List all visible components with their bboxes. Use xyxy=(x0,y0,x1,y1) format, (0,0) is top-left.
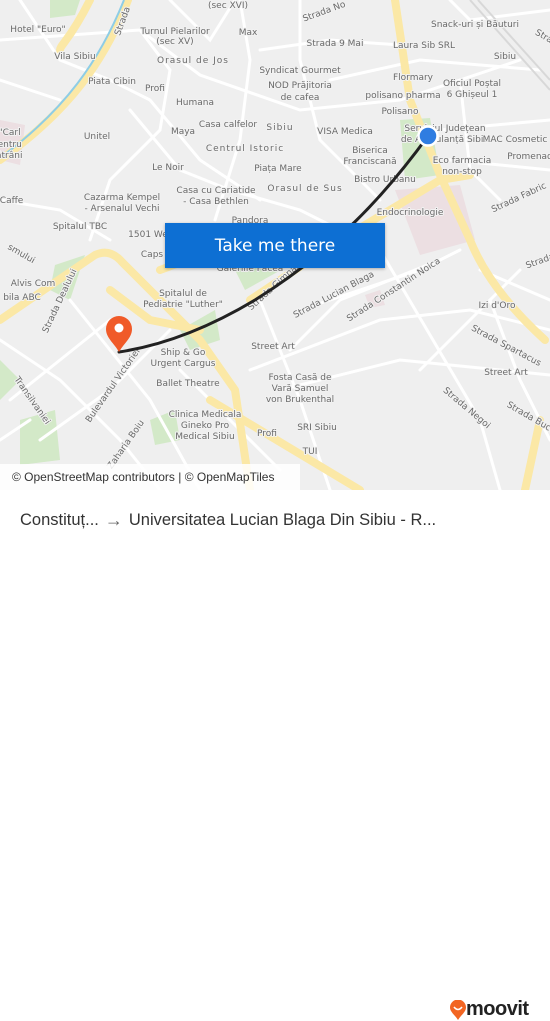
map-label: SRI Sibiu xyxy=(297,423,337,433)
pin-icon xyxy=(106,316,132,352)
map-label: Alvis Com xyxy=(11,279,56,289)
map-label: " - Centru xyxy=(0,140,22,150)
map-label: Strad xyxy=(533,28,550,49)
map-label: 6 Ghișeul 1 xyxy=(447,90,498,100)
map-label: Orasul de Jos xyxy=(157,56,229,66)
map-label: Syndicat Gourmet xyxy=(259,66,341,76)
map-label: Strada Negoi xyxy=(441,386,492,431)
map-label: Casa calfelor xyxy=(199,120,258,130)
map-label: alul "Carl xyxy=(0,128,21,138)
map-label: 1501 We xyxy=(128,230,168,240)
map-label: smului xyxy=(6,242,37,266)
map-label: ru Bătrâni xyxy=(0,151,22,161)
moovit-wordmark: moovit xyxy=(466,998,529,1020)
map-label: Ship & Go xyxy=(161,348,206,358)
map-label: Piața Mare xyxy=(254,164,302,174)
map-label: Unitel xyxy=(84,132,110,142)
map-label: Strada No xyxy=(302,0,348,24)
map-label: Spitalul TBC xyxy=(53,222,107,232)
map-label: Eco farmacia xyxy=(433,156,491,166)
map-label: Vară Samuel xyxy=(272,384,329,394)
map-label: Strada S xyxy=(525,249,550,272)
map-label: Gineko Pro xyxy=(181,421,230,431)
map-attribution[interactable]: © OpenStreetMap contributors | © OpenMap… xyxy=(0,464,300,490)
map-label: Sibiu xyxy=(494,52,516,62)
map-label: Street Art xyxy=(484,368,528,378)
map-label: Profi xyxy=(145,84,165,94)
map-label: non-stop xyxy=(442,167,482,177)
map-label: Franciscană xyxy=(343,157,396,167)
moovit-pin-icon xyxy=(450,999,466,1020)
map-label: Le Noir xyxy=(152,163,184,173)
map-label: NOD Prăjitoria xyxy=(268,81,332,91)
map-label: Laura Sib SRL xyxy=(393,41,455,51)
map-label: Bistro Urbanu xyxy=(354,175,416,185)
map-label: Centrul Istoric xyxy=(206,144,284,154)
map-label: Flormary xyxy=(393,73,434,83)
map-label: Piata Cibin xyxy=(88,77,136,87)
map-label: ante Caffe xyxy=(0,196,24,206)
destination-stop-name: Universitatea Lucian Blaga Din Sibiu - R… xyxy=(128,510,437,529)
map-label: Profi xyxy=(257,429,277,439)
origin-stop-name: Constituț... xyxy=(20,510,99,529)
map-label: Spitalul de xyxy=(159,289,207,299)
map-label: Endocrinologie xyxy=(377,208,444,218)
map-label: TUI xyxy=(302,447,318,457)
map-label: MAC Cosmetic xyxy=(483,135,548,145)
map-label: - Arsenalul Vechi xyxy=(84,204,159,214)
map-label: Turnul Pielarilor xyxy=(139,27,210,37)
map-label: Street Art xyxy=(251,342,295,352)
map-label: Ballet Theatre xyxy=(156,379,220,389)
map-label: Sibiu xyxy=(266,123,293,133)
map-label: (sec XVI) xyxy=(208,1,248,11)
map-label: Strada 9 Mai xyxy=(307,39,364,49)
map-label: Biserica xyxy=(352,146,388,156)
map-label: Snack-uri și Băuturi xyxy=(431,20,519,30)
map-label: Hotel "Euro" xyxy=(10,25,65,35)
map-label: Orasul de Sus xyxy=(267,184,342,194)
map-label: de Ambulanță Sibiu xyxy=(401,135,489,145)
destination-pin[interactable] xyxy=(106,316,132,352)
map-label: de cafea xyxy=(281,93,320,103)
map-label: polisano pharma xyxy=(365,91,440,101)
map-label: Serviciul Județean xyxy=(404,124,485,134)
map-label: Humana xyxy=(176,98,214,108)
map-label: Cazarma Kempel xyxy=(84,193,160,203)
map-label: Fosta Casă de xyxy=(268,373,332,383)
moovit-logo: moovit xyxy=(450,998,529,1021)
map-label: VISA Medica xyxy=(317,127,373,137)
map-label: Vila Sibiu xyxy=(54,52,95,62)
origin-marker[interactable] xyxy=(417,125,439,147)
map-label: bila ABC xyxy=(3,293,41,303)
map-label: Bulevardul Victoriei xyxy=(84,347,143,425)
map-label: Caps xyxy=(141,250,164,260)
map-label: Maya xyxy=(171,127,195,137)
arrow-right-icon: → xyxy=(104,509,123,530)
map-label: Izi d'Oro xyxy=(478,301,516,311)
map-label: Clinica Medicala xyxy=(169,410,242,420)
map-label: Oficiul Poștal xyxy=(443,79,501,89)
map-label: (sec XV) xyxy=(156,37,193,47)
map-label: Casa cu Cariatide xyxy=(176,186,256,196)
map-label: Max xyxy=(239,28,258,38)
map-label: Medical Sibiu xyxy=(175,432,234,442)
map-label: von Brukenthal xyxy=(266,395,334,405)
take-me-there-button[interactable]: Take me there xyxy=(165,223,385,268)
map-label: Urgent Cargus xyxy=(151,359,216,369)
map-label: Polisano xyxy=(381,107,419,117)
route-footer: Constituț... → Universitatea Lucian Blag… xyxy=(0,490,550,1020)
map-label: Promenad xyxy=(507,152,550,162)
map-label: Pediatrie "Luther" xyxy=(143,300,223,310)
map-label: - Casa Bethlen xyxy=(183,197,249,207)
